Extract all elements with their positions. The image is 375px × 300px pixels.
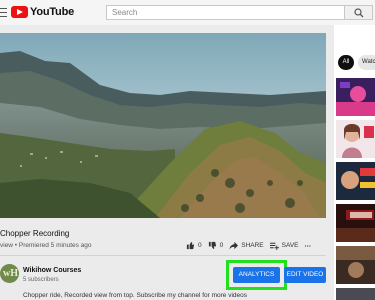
search-button[interactable] bbox=[345, 5, 373, 20]
video-meta: view • Premiered 5 minutes ago bbox=[0, 242, 92, 249]
thumbs-up-icon bbox=[186, 241, 195, 250]
channel-avatar[interactable]: wH bbox=[0, 264, 19, 283]
video-frame-mountains bbox=[0, 33, 326, 218]
search-input[interactable]: Search bbox=[106, 5, 345, 20]
top-bar: YouTube Search bbox=[0, 0, 375, 25]
video-player[interactable] bbox=[0, 33, 326, 218]
share-button[interactable]: SHARE bbox=[229, 241, 264, 250]
dislike-count: 0 bbox=[219, 242, 224, 249]
chip-watched[interactable]: Watc bbox=[358, 55, 375, 70]
share-icon bbox=[229, 241, 239, 250]
video-actions: 0 0 SHARE SAVE ⋯ bbox=[186, 241, 318, 250]
logo-text: YouTube bbox=[30, 6, 75, 18]
more-actions-button[interactable]: ⋯ bbox=[305, 242, 313, 250]
avatar-text: wH bbox=[3, 268, 18, 279]
related-thumbnail-1[interactable] bbox=[336, 78, 375, 116]
edit-video-button[interactable]: EDIT VIDEO bbox=[284, 267, 326, 283]
play-logo-icon bbox=[11, 6, 28, 18]
dislike-button[interactable]: 0 bbox=[208, 241, 224, 250]
more-dots-icon: ⋯ bbox=[304, 242, 313, 250]
video-title: Chopper Recording bbox=[0, 229, 70, 238]
playlist-add-icon bbox=[269, 242, 279, 250]
analytics-highlight-box bbox=[226, 260, 287, 290]
related-thumbnail-4[interactable] bbox=[336, 204, 375, 242]
chip-all[interactable]: All bbox=[338, 55, 354, 70]
thumbs-down-icon bbox=[208, 241, 216, 250]
like-button[interactable]: 0 bbox=[186, 241, 202, 250]
channel-name[interactable]: Wikihow Courses bbox=[23, 267, 81, 274]
related-thumbnail-3[interactable] bbox=[336, 162, 375, 200]
menu-icon[interactable] bbox=[0, 8, 7, 17]
youtube-logo[interactable]: YouTube bbox=[11, 6, 74, 18]
subscriber-count: 5 subscribers bbox=[23, 277, 59, 283]
save-label: SAVE bbox=[281, 242, 299, 249]
youtube-watch-page: YouTube Search Chopper Recording view • … bbox=[0, 0, 375, 300]
related-thumbnail-5[interactable] bbox=[336, 246, 375, 284]
share-label: SHARE bbox=[241, 242, 264, 249]
related-thumbnail-6[interactable] bbox=[336, 288, 375, 300]
like-count: 0 bbox=[198, 242, 202, 249]
search-icon bbox=[354, 8, 364, 18]
related-thumbnail-2[interactable] bbox=[336, 120, 375, 158]
save-button[interactable]: SAVE bbox=[269, 241, 299, 250]
divider bbox=[0, 255, 326, 256]
video-description: Chopper ride, Recorded view from top. Su… bbox=[23, 292, 247, 299]
